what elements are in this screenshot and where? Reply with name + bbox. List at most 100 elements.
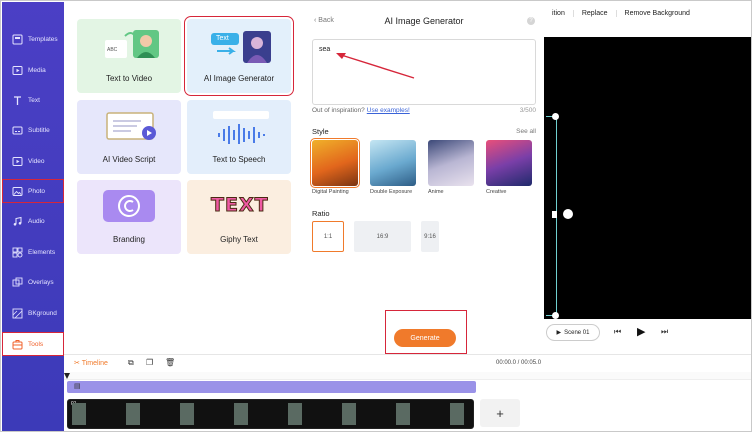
photo-icon (11, 185, 23, 197)
tile-text-to-speech[interactable]: Text to Speech (187, 100, 291, 174)
use-examples-link[interactable]: Use examples! (367, 107, 410, 114)
generate-button[interactable]: Generate (394, 329, 456, 347)
style-digital-painting[interactable]: Digital Painting (310, 138, 360, 195)
tile-label: Text to Video (105, 74, 153, 83)
timeline-bar: ✂ Timeline ⧉ ❐ 🗑 00:00.0 / 00:05.0 (64, 354, 751, 372)
tile-branding[interactable]: Branding (77, 180, 181, 254)
ai-image-generator-panel: ‹ Back AI Image Generator ? sea Out of i… (304, 2, 544, 354)
text-icon (11, 94, 23, 106)
clip-frame (396, 403, 410, 425)
tile-label: Text to Speech (212, 155, 266, 164)
media-icon (11, 64, 23, 76)
audio-icon (11, 215, 23, 227)
scene-selector[interactable]: ▶ Scene 01 (546, 324, 600, 341)
char-counter: 3/500 (519, 107, 536, 114)
ratio-1-1[interactable]: 1:1 (312, 221, 344, 252)
see-all-link[interactable]: See all (516, 128, 536, 135)
sidebar-item-label: Tools (28, 340, 44, 348)
sidebar-item-overlays[interactable]: Overlays (2, 270, 64, 294)
background-icon (11, 307, 23, 319)
style-creative[interactable]: Creative (486, 140, 532, 195)
clip-frame (234, 403, 248, 425)
clip-frame (288, 403, 302, 425)
add-clip-button[interactable]: + (480, 399, 520, 427)
clip-frame (72, 403, 86, 425)
tile-ai-video-script[interactable]: AI Video Script (77, 100, 181, 174)
rotate-icon[interactable] (563, 209, 573, 219)
sidebar-item-label: Media (28, 66, 46, 74)
style-label: Digital Painting (312, 189, 349, 195)
sidebar-item-media[interactable]: Media (2, 58, 64, 82)
sidebar-item-elements[interactable]: Elements (2, 240, 64, 264)
photo-track[interactable]: ▤ (67, 381, 476, 393)
app-window: Templates Media Text Subtitle Video Phot… (0, 0, 752, 432)
text-badge: Text (216, 35, 229, 42)
left-sidebar: Templates Media Text Subtitle Video Phot… (2, 2, 64, 431)
sidebar-item-label: Photo (28, 187, 45, 195)
tile-label: Branding (112, 235, 146, 244)
toolbar-item-replace[interactable]: Replace (574, 9, 617, 17)
ratio-heading: Ratio (312, 209, 330, 218)
clip-frame (450, 403, 464, 425)
timeline-toggle[interactable]: ✂ Timeline (74, 359, 108, 367)
toolbar-item-remove-background[interactable]: Remove Background (617, 10, 698, 17)
split-icon[interactable]: ⧉ (128, 358, 134, 368)
sidebar-item-templates[interactable]: Templates (2, 27, 64, 51)
style-thumbnail (310, 138, 360, 188)
style-heading: Style (312, 127, 329, 136)
tile-label: AI Video Script (102, 155, 156, 164)
next-icon[interactable]: ⏭ (661, 327, 668, 337)
previous-icon[interactable]: ⏮ (614, 327, 621, 337)
branding-art (103, 190, 155, 222)
sidebar-item-video[interactable]: Video (2, 149, 64, 173)
sidebar-item-tools[interactable]: Tools (2, 332, 64, 356)
tile-giphy-text[interactable]: TEXT Giphy Text (187, 180, 291, 254)
sidebar-item-photo[interactable]: Photo (2, 179, 64, 203)
tools-panel: ABC Text to Video Text AI Image Generato… (64, 2, 304, 354)
elements-icon (11, 246, 23, 258)
toolbar-item-position[interactable]: ition (544, 9, 574, 17)
sidebar-item-label: Elements (28, 248, 56, 256)
resize-handle[interactable] (552, 312, 559, 319)
side-handle[interactable] (552, 211, 557, 218)
sidebar-item-audio[interactable]: Audio (2, 209, 64, 233)
tile-text-to-video[interactable]: ABC Text to Video (77, 19, 181, 93)
panel-header: ‹ Back AI Image Generator ? (304, 12, 544, 32)
ratio-9-16[interactable]: 9:16 (421, 221, 439, 252)
tile-ai-image-generator[interactable]: Text AI Image Generator (184, 16, 294, 96)
templates-icon (11, 33, 23, 45)
style-double-exposure[interactable]: Double Exposure (370, 140, 416, 195)
sidebar-item-label: Text (28, 96, 40, 104)
image-icon: ▤ (74, 383, 81, 390)
clip-frame (342, 403, 356, 425)
sidebar-item-label: Templates (28, 35, 58, 43)
video-preview[interactable] (544, 37, 751, 319)
style-anime[interactable]: Anime (428, 140, 474, 195)
timeline-ruler[interactable] (64, 372, 751, 380)
video-track[interactable]: 01 (67, 399, 474, 429)
timecode: 00:00.0 / 00:05.0 (496, 360, 542, 366)
speech-wave-art (213, 111, 269, 144)
sidebar-item-subtitle[interactable]: Subtitle (2, 118, 64, 142)
play-icon[interactable]: ▶ (637, 325, 645, 338)
sidebar-item-text[interactable]: Text (2, 88, 64, 112)
duplicate-icon[interactable]: ❐ (146, 358, 153, 367)
style-thumbnail (486, 140, 532, 186)
clip-frame (180, 403, 194, 425)
style-thumbnail (370, 140, 416, 186)
panel-title: AI Image Generator (384, 16, 464, 26)
resize-handle[interactable] (552, 113, 559, 120)
ratio-16-9[interactable]: 16:9 (354, 221, 411, 252)
annotation-arrow (336, 53, 415, 79)
tile-label: AI Image Generator (203, 74, 275, 83)
abc-badge: ABC (107, 47, 118, 53)
style-thumbnail (428, 140, 474, 186)
top-toolbar: ition Replace Remove Background (544, 2, 751, 24)
sidebar-item-label: Audio (28, 217, 45, 225)
giphy-text-art: TEXT (211, 194, 269, 217)
delete-icon[interactable]: 🗑 (165, 358, 175, 367)
sidebar-item-label: Overlays (28, 278, 54, 286)
sidebar-item-background[interactable]: BKground (2, 301, 64, 325)
style-label: Anime (428, 189, 444, 195)
help-icon[interactable]: ? (527, 17, 535, 25)
